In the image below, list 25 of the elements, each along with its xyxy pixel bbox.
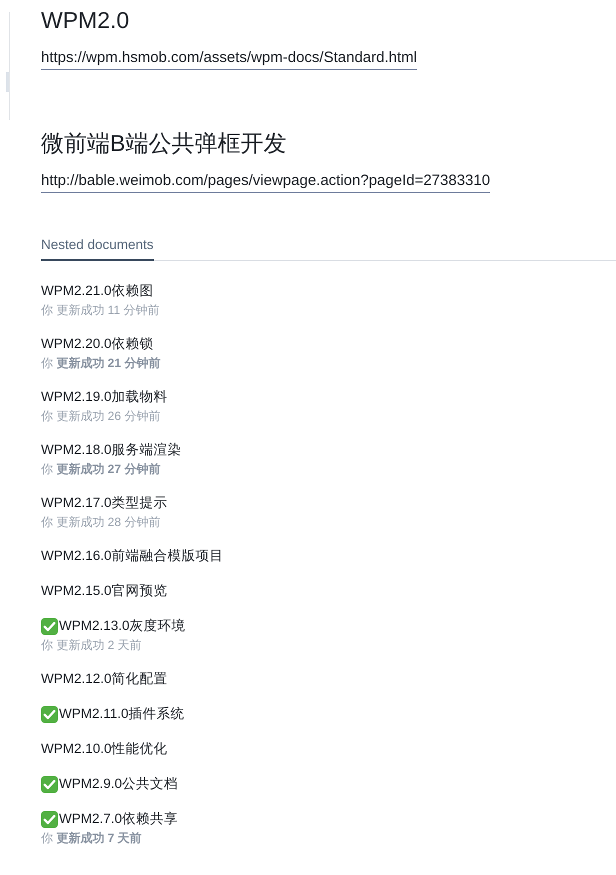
- document-link[interactable]: WPM2.16.0前端融合模版项目: [41, 546, 224, 566]
- document-link[interactable]: WPM2.20.0依赖锁: [41, 334, 154, 354]
- update-status: 你 更新成功 11 分钟前: [41, 302, 160, 319]
- section-heading: WPM2.0: [41, 6, 130, 35]
- update-status: 你 更新成功 26 分钟前: [41, 408, 160, 425]
- document-link[interactable]: WPM2.13.0灰度环境: [59, 616, 186, 636]
- document-link[interactable]: WPM2.12.0简化配置: [41, 669, 168, 689]
- update-status: 你 更新成功 28 分钟前: [41, 514, 160, 531]
- tab[interactable]: Nested documents: [41, 235, 154, 261]
- document-link[interactable]: WPM2.10.0性能优化: [41, 739, 168, 759]
- document-link[interactable]: WPM2.21.0依赖图: [41, 281, 154, 301]
- document-link[interactable]: WPM2.7.0依赖共享: [59, 809, 178, 829]
- section-heading: 微前端B端公共弹框开发: [41, 129, 286, 158]
- update-status: 你 更新成功 7 天前: [41, 830, 142, 847]
- document-link[interactable]: WPM2.18.0服务端渲染: [41, 440, 182, 460]
- link[interactable]: http://bable.weimob.com/pages/viewpage.action?pageId=27383310: [41, 170, 490, 193]
- document-link[interactable]: WPM2.9.0公共文档: [59, 774, 178, 794]
- document-link[interactable]: WPM2.15.0官网预览: [41, 581, 168, 601]
- document-link[interactable]: WPM2.19.0加载物料: [41, 387, 168, 407]
- document-link[interactable]: WPM2.17.0类型提示: [41, 493, 168, 513]
- update-status: 你 更新成功 2 天前: [41, 637, 142, 654]
- link[interactable]: https://wpm.hsmob.com/assets/wpm-docs/Standard.html: [41, 47, 417, 70]
- update-status: 你 更新成功 21 分钟前: [41, 355, 160, 372]
- document-link[interactable]: WPM2.11.0插件系统: [59, 704, 185, 724]
- update-status: 你 更新成功 27 分钟前: [41, 461, 160, 478]
